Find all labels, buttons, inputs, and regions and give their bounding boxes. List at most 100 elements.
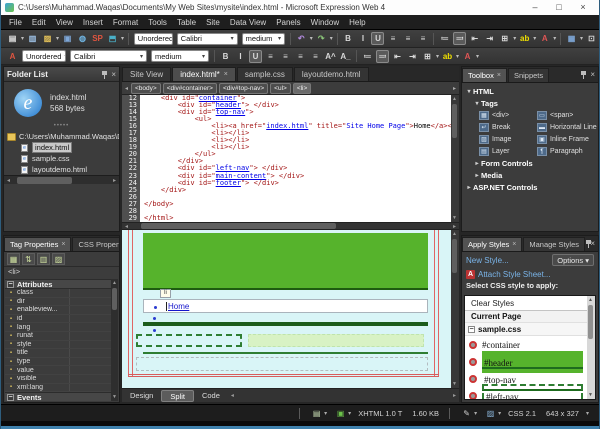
- property-row[interactable]: ▪class: [5, 289, 111, 298]
- design-nav-list[interactable]: Home: [143, 299, 428, 313]
- bold-icon-2[interactable]: B: [219, 50, 232, 63]
- view-mode-design[interactable]: Design: [122, 390, 161, 402]
- maximize-button[interactable]: □: [547, 0, 571, 15]
- decrease-indent-icon-2[interactable]: ⇤: [391, 50, 404, 63]
- numbered-list-icon-2[interactable]: ≔: [361, 50, 374, 63]
- scroll-left-icon[interactable]: ◂: [122, 223, 131, 230]
- underline-icon-2[interactable]: U: [249, 50, 262, 63]
- pin-icon[interactable]: [586, 239, 587, 248]
- borders-icon-2[interactable]: ⊞: [421, 50, 434, 63]
- code-text[interactable]: </div>: [140, 187, 186, 194]
- dropdown-caret-icon[interactable]: ▾: [56, 35, 59, 42]
- property-value-cell[interactable]: [69, 384, 111, 392]
- style-item-left-nav[interactable]: #left-nav: [465, 387, 587, 400]
- toolbox-item-span-tag-icon[interactable]: ▭<span>: [537, 109, 599, 121]
- menu-site[interactable]: Site: [201, 15, 225, 30]
- property-value-cell[interactable]: [69, 332, 111, 340]
- dropdown-caret-icon[interactable]: ▾: [498, 410, 501, 417]
- collapse-icon[interactable]: −: [468, 326, 475, 333]
- scroll-up-icon[interactable]: ▲: [111, 280, 118, 286]
- scroll-right-icon[interactable]: ▸: [110, 177, 119, 184]
- font-color-icon-2[interactable]: A: [461, 50, 474, 63]
- style-application-icon[interactable]: A: [6, 50, 19, 63]
- close-tab-icon[interactable]: ×: [61, 241, 65, 248]
- scroll-left-icon[interactable]: ◂: [4, 177, 13, 184]
- toolbox-node-tags[interactable]: ▾Tags: [465, 97, 598, 109]
- attach-style-sheet-link[interactable]: Attach Style Sheet...: [478, 270, 550, 279]
- crumb-scroll-left-icon[interactable]: ◂: [123, 85, 130, 92]
- scroll-down-icon[interactable]: ▼: [111, 394, 118, 400]
- file-item[interactable]: elayoutdemo.html: [4, 164, 119, 175]
- close-tab-icon[interactable]: ×: [512, 241, 516, 248]
- categorized-view-icon[interactable]: ▦: [7, 253, 20, 265]
- scroll-down-icon[interactable]: ▼: [451, 381, 458, 387]
- property-row[interactable]: ▪value: [5, 366, 111, 375]
- align-center-icon[interactable]: ≡: [401, 32, 414, 45]
- design-main-content-div[interactable]: [248, 334, 424, 347]
- design-view[interactable]: li Home ▲ ▼: [122, 230, 459, 388]
- publish-icon[interactable]: ⬒: [106, 32, 119, 45]
- code-text[interactable]: </body>: [140, 201, 174, 208]
- scroll-right-icon[interactable]: ▸: [450, 392, 459, 399]
- minimize-button[interactable]: –: [523, 0, 547, 15]
- open-folder-icon[interactable]: ▨: [41, 32, 54, 45]
- scroll-up-icon[interactable]: ▲: [451, 96, 458, 102]
- design-left-nav-div[interactable]: [136, 334, 242, 347]
- quick-tag-3[interactable]: <ul>: [270, 83, 291, 94]
- view-mode-code[interactable]: Code: [194, 390, 228, 402]
- menu-tools[interactable]: Tools: [143, 15, 172, 30]
- menu-insert[interactable]: Insert: [78, 15, 108, 30]
- bold-icon[interactable]: B: [341, 32, 354, 45]
- dropdown-caret-icon[interactable]: ▾: [580, 35, 583, 42]
- toolbox-item-inline-frame-icon[interactable]: ▣Inline Frame: [537, 133, 599, 145]
- menu-view[interactable]: View: [51, 15, 78, 30]
- quick-tag-1[interactable]: <div#container>: [163, 83, 217, 94]
- property-row[interactable]: ▪title: [5, 349, 111, 358]
- new-document-icon[interactable]: ▤: [6, 32, 19, 45]
- redo-icon[interactable]: ↷: [315, 32, 328, 45]
- borders-icon[interactable]: ⊞: [498, 32, 511, 45]
- increase-indent-icon-2[interactable]: ⇥: [406, 50, 419, 63]
- dropdown-caret-icon[interactable]: ▾: [476, 53, 479, 60]
- toolbox-item-paragraph-icon[interactable]: ¶Paragraph: [537, 145, 599, 157]
- scroll-left-icon[interactable]: ◂: [228, 392, 237, 399]
- quick-tag-2[interactable]: <div#top-nav>: [219, 83, 268, 94]
- dropdown-caret-icon[interactable]: ▾: [121, 35, 124, 42]
- file-item[interactable]: esample.css: [4, 153, 119, 164]
- undo-icon[interactable]: ↶: [295, 32, 308, 45]
- font-size-select-2[interactable]: medium▾: [151, 50, 209, 62]
- decrease-indent-icon[interactable]: ⇤: [468, 32, 481, 45]
- scroll-up-icon[interactable]: ▲: [451, 231, 458, 237]
- property-value-cell[interactable]: [69, 323, 111, 331]
- toolbox-item-layer-icon[interactable]: ▤Layer: [479, 145, 537, 157]
- save-icon[interactable]: ▣: [61, 32, 74, 45]
- toolbox-item-div-tag-icon[interactable]: ▦<div>: [479, 109, 537, 121]
- property-row[interactable]: ▪runat: [5, 332, 111, 341]
- pin-icon[interactable]: [581, 70, 587, 79]
- property-value-cell[interactable]: [69, 306, 111, 314]
- toolbox-node-media[interactable]: ▸Media: [465, 169, 598, 181]
- tab-toolbox[interactable]: Toolbox×: [462, 68, 507, 82]
- dropdown-caret-icon[interactable]: ▾: [324, 410, 327, 417]
- document-tab-sample-css[interactable]: sample.css: [237, 67, 293, 81]
- list-style-select[interactable]: Unordered List▾: [134, 33, 173, 45]
- close-button[interactable]: ×: [571, 0, 595, 15]
- design-header-div[interactable]: [143, 233, 428, 290]
- menu-data-view[interactable]: Data View: [225, 15, 271, 30]
- property-value-cell[interactable]: [69, 341, 111, 349]
- property-row[interactable]: ▪xml:lang: [5, 384, 111, 393]
- increase-indent-icon[interactable]: ⇥: [483, 32, 496, 45]
- tab-manage-styles[interactable]: Manage Styles: [523, 237, 585, 251]
- close-tab-icon[interactable]: ×: [224, 71, 228, 78]
- property-row[interactable]: ▪visible: [5, 375, 111, 384]
- list-style-select-2[interactable]: Unordered▾: [22, 50, 66, 62]
- set-properties-first-icon[interactable]: ▥: [37, 253, 50, 265]
- property-value-cell[interactable]: [69, 349, 111, 357]
- code-vscrollbar[interactable]: ▲ ▼: [451, 95, 459, 222]
- design-vscrollbar[interactable]: ▲ ▼: [451, 230, 459, 388]
- property-value-cell[interactable]: [69, 375, 111, 383]
- alphabetical-view-icon[interactable]: ⇅: [22, 253, 35, 265]
- tree-collapsed-icon[interactable]: ▸: [473, 160, 481, 167]
- close-panel-icon[interactable]: ×: [590, 70, 595, 79]
- style-list-vscrollbar[interactable]: ▲ ▼: [587, 296, 595, 399]
